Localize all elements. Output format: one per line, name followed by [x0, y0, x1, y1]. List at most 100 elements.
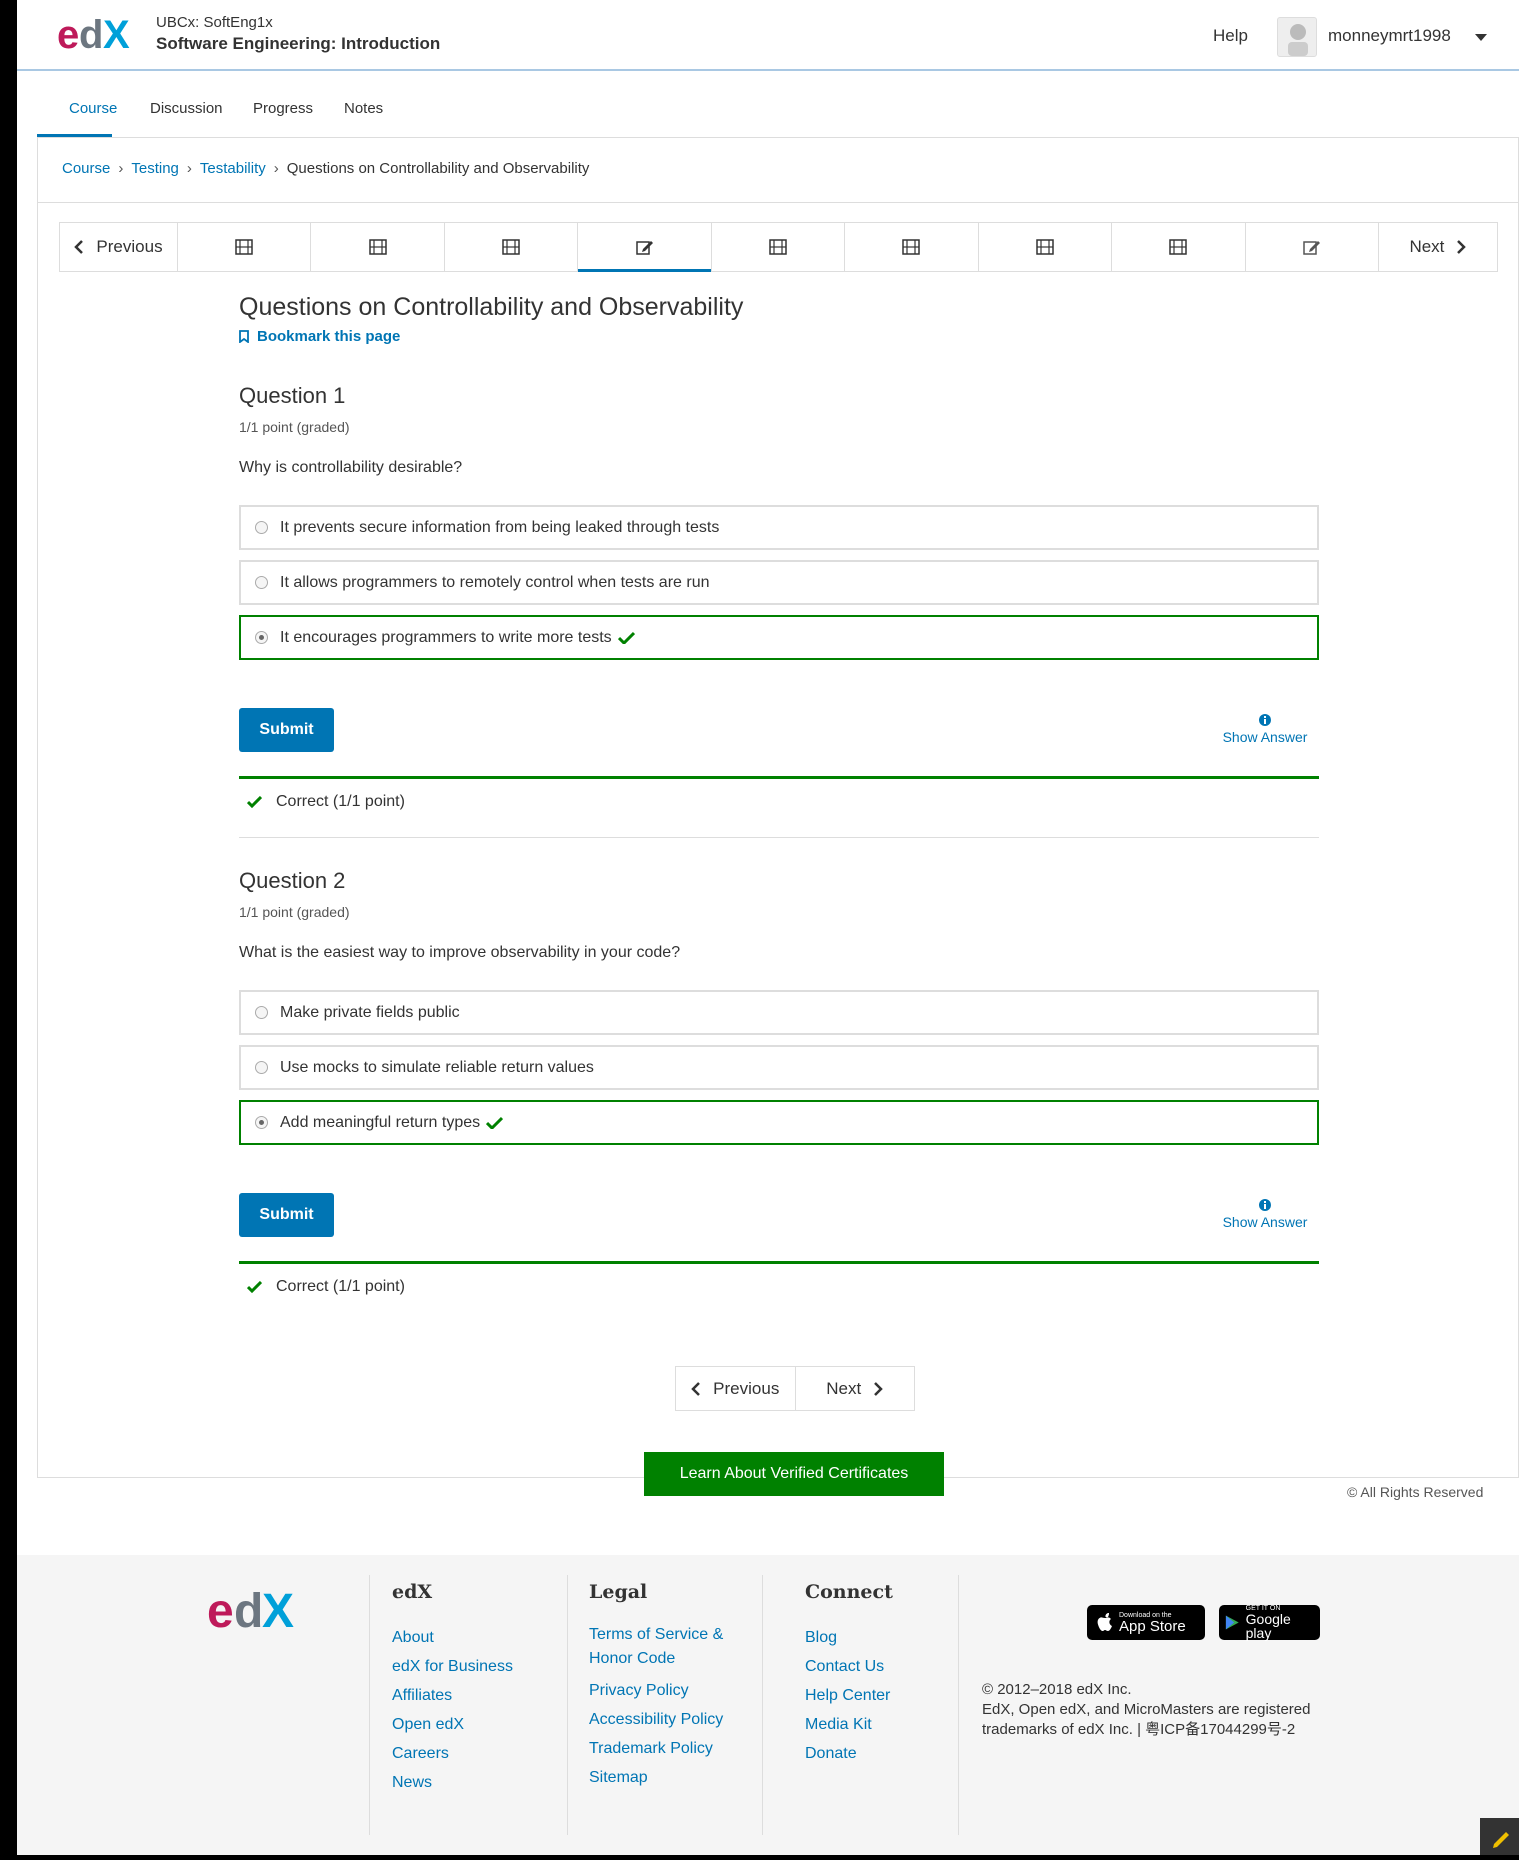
tab-progress[interactable]: Progress: [253, 100, 313, 117]
choice-option-selected[interactable]: It encourages programmers to write more …: [239, 615, 1319, 660]
footer-edx-logo[interactable]: e d X: [207, 1585, 311, 1635]
footer-link-help-center[interactable]: Help Center: [805, 1681, 893, 1710]
bottom-next-label: Next: [826, 1378, 862, 1398]
bottom-previous-button[interactable]: Previous: [676, 1367, 796, 1410]
status-bar: [239, 776, 1319, 779]
trademark-text: EdX, Open edX, and MicroMasters are regi…: [982, 1701, 1311, 1738]
footer-link-open-edx[interactable]: Open edX: [392, 1710, 513, 1739]
footer-link-accessibility[interactable]: Accessibility Policy: [589, 1705, 749, 1734]
sequence-item-6[interactable]: [845, 223, 979, 271]
checkmark-icon: [247, 1281, 262, 1293]
question-points: 1/1 point (graded): [239, 904, 350, 920]
app-store-big-text: App Store: [1119, 1617, 1186, 1635]
radio-button[interactable]: [255, 631, 268, 644]
edx-logo[interactable]: e d X: [57, 14, 139, 56]
sequence-next-button[interactable]: Next: [1379, 223, 1497, 271]
radio-button[interactable]: [255, 1061, 268, 1074]
show-answer-button[interactable]: Show Answer: [1215, 1198, 1315, 1230]
footer-link-privacy[interactable]: Privacy Policy: [589, 1676, 749, 1705]
user-avatar-icon: [1288, 24, 1308, 56]
breadcrumb-testability[interactable]: Testability: [200, 160, 266, 177]
help-link[interactable]: Help: [1213, 26, 1248, 46]
show-answer-button[interactable]: Show Answer: [1215, 713, 1315, 745]
footer-copyright: © 2012–2018 edX Inc. EdX, Open edX, and …: [982, 1680, 1312, 1740]
choice-label: Use mocks to simulate reliable return va…: [280, 1058, 594, 1076]
google-play-badge[interactable]: GET IT ON Google play: [1219, 1605, 1320, 1640]
svg-text:e: e: [207, 1585, 234, 1635]
sequence-item-7[interactable]: [979, 223, 1113, 271]
footer-link-terms[interactable]: Terms of Service & Honor Code: [589, 1623, 749, 1671]
footer-link-business[interactable]: edX for Business: [392, 1652, 513, 1681]
footer-column-connect: Connect Blog Contact Us Help Center Medi…: [805, 1581, 893, 1768]
video-icon: [769, 239, 787, 255]
edit-icon: [1302, 241, 1320, 255]
sequence-item-4[interactable]: [578, 223, 712, 272]
sequence-item-1[interactable]: [178, 223, 312, 271]
sequence-item-9[interactable]: [1246, 223, 1379, 271]
footer-link-contact[interactable]: Contact Us: [805, 1652, 893, 1681]
choice-option[interactable]: Make private fields public: [239, 990, 1319, 1035]
question-text: Why is controllability desirable?: [239, 459, 463, 476]
apple-icon: [1097, 1613, 1112, 1631]
footer-link-careers[interactable]: Careers: [392, 1739, 513, 1768]
submit-button[interactable]: Submit: [239, 1193, 334, 1237]
footer-link-sitemap[interactable]: Sitemap: [589, 1763, 749, 1792]
question-points: 1/1 point (graded): [239, 419, 350, 435]
choice-option[interactable]: It allows programmers to remotely contro…: [239, 560, 1319, 605]
breadcrumb-course[interactable]: Course: [62, 160, 110, 177]
bottom-sequence-nav: Previous Next: [675, 1366, 915, 1411]
verified-certificates-button[interactable]: Learn About Verified Certificates: [644, 1452, 944, 1496]
checkmark-icon: [617, 631, 635, 644]
tab-discussion[interactable]: Discussion: [150, 100, 223, 117]
username[interactable]: monneymrt1998: [1328, 26, 1451, 46]
edit-corner-button[interactable]: [1480, 1818, 1519, 1855]
footer-link-news[interactable]: News: [392, 1768, 513, 1797]
bookmark-icon: [239, 330, 249, 343]
choice-label: Add meaningful return types: [280, 1113, 481, 1131]
footer-heading: edX: [392, 1581, 433, 1603]
question-text: What is the easiest way to improve obser…: [239, 944, 681, 961]
sequence-previous-button[interactable]: Previous: [60, 223, 178, 271]
video-icon: [1036, 239, 1054, 255]
radio-button[interactable]: [255, 576, 268, 589]
choice-option[interactable]: Use mocks to simulate reliable return va…: [239, 1045, 1319, 1090]
choice-label: It prevents secure information from bein…: [280, 518, 720, 536]
breadcrumb-divider: [38, 202, 1518, 203]
choice-label: It encourages programmers to write more …: [280, 628, 612, 646]
footer-link-media-kit[interactable]: Media Kit: [805, 1710, 893, 1739]
tab-course[interactable]: Course: [69, 100, 117, 117]
footer-column-legal: Legal Terms of Service & Honor Code Priv…: [589, 1581, 749, 1792]
footer-separator: [762, 1575, 763, 1835]
video-icon: [1169, 239, 1188, 255]
sequence-item-8[interactable]: [1112, 223, 1246, 271]
footer-separator: [958, 1575, 959, 1835]
sequence-item-2[interactable]: [311, 223, 445, 271]
radio-button[interactable]: [255, 1006, 268, 1019]
chevron-right-icon: [874, 1381, 884, 1396]
tab-notes[interactable]: Notes: [344, 100, 383, 117]
radio-button[interactable]: [255, 521, 268, 534]
pencil-icon: [1493, 1832, 1509, 1848]
avatar[interactable]: [1277, 17, 1317, 57]
footer-link-blog[interactable]: Blog: [805, 1623, 893, 1652]
footer-link-affiliates[interactable]: Affiliates: [392, 1681, 513, 1710]
app-store-badge[interactable]: Download on the App Store: [1087, 1605, 1205, 1640]
footer-link-about[interactable]: About: [392, 1623, 513, 1652]
choice-option-selected[interactable]: Add meaningful return types: [239, 1100, 1319, 1145]
video-icon: [235, 239, 253, 255]
radio-button[interactable]: [255, 1116, 268, 1129]
bottom-previous-label: Previous: [713, 1378, 780, 1398]
sequence-item-3[interactable]: [445, 223, 579, 271]
bookmark-button[interactable]: Bookmark this page: [239, 328, 400, 345]
status-text: Correct (1/1 point): [276, 793, 405, 810]
footer-link-trademark[interactable]: Trademark Policy: [589, 1734, 749, 1763]
choice-option[interactable]: It prevents secure information from bein…: [239, 505, 1319, 550]
bottom-next-button[interactable]: Next: [796, 1367, 915, 1410]
user-menu-dropdown-icon[interactable]: [1475, 34, 1487, 41]
footer-link-donate[interactable]: Donate: [805, 1739, 893, 1768]
breadcrumb-testing[interactable]: Testing: [131, 160, 179, 177]
site-header: e d X UBCx: SoftEng1x Software Engineeri…: [17, 0, 1519, 71]
submit-button[interactable]: Submit: [239, 708, 334, 752]
google-play-big-text: Google play: [1245, 1611, 1291, 1641]
sequence-item-5[interactable]: [712, 223, 846, 271]
